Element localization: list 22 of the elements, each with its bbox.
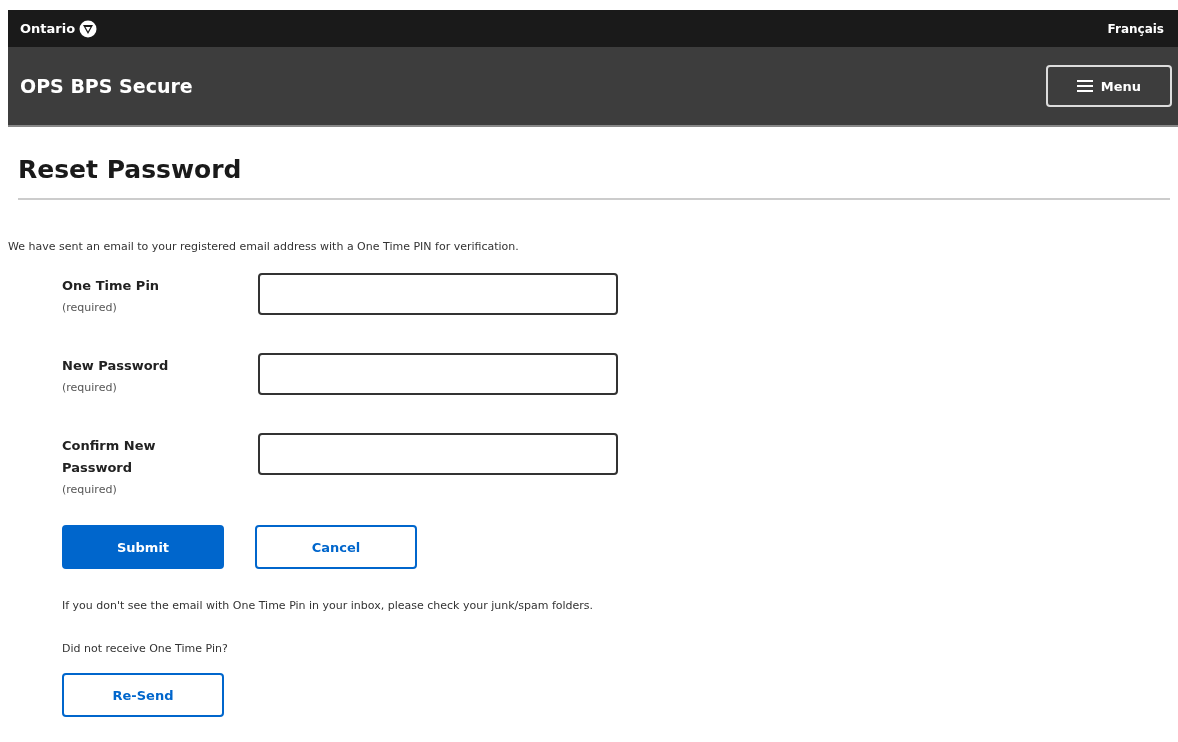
menu-icon	[1076, 80, 1093, 92]
language-link[interactable]: Français	[1107, 21, 1164, 36]
submit-button[interactable]: Submit	[62, 525, 224, 569]
intro-text: We have sent an email to your registered email address with a One Time PIN for verification.	[8, 240, 520, 253]
input-field[interactable]	[258, 273, 618, 315]
site-title: OPS BPS Secure	[20, 75, 193, 97]
required-hint: (required)	[62, 482, 118, 498]
field-label: New Password	[62, 357, 170, 375]
trillium-logo-icon	[79, 19, 98, 38]
field-label: Confirm New Password	[62, 437, 157, 477]
required-hint: (required)	[62, 300, 118, 316]
input-field[interactable]	[258, 433, 618, 475]
resend-prompt: Did not receive One Time Pin?	[62, 642, 229, 655]
brand-name: Ontario	[20, 21, 76, 36]
input-field[interactable]	[258, 353, 618, 395]
secondary-button[interactable]: Cancel	[255, 525, 417, 569]
secondary-button[interactable]: Re-Send	[62, 673, 224, 717]
required-hint: (required)	[62, 380, 118, 396]
field-label: One Time Pin	[62, 277, 161, 295]
spam-note: If you don't see the email with One Time Pin in your inbox, please check your junk/spam folders.	[62, 599, 595, 612]
page-title: Reset Password	[18, 127, 1170, 200]
menu-button[interactable]: Menu	[1046, 65, 1172, 107]
